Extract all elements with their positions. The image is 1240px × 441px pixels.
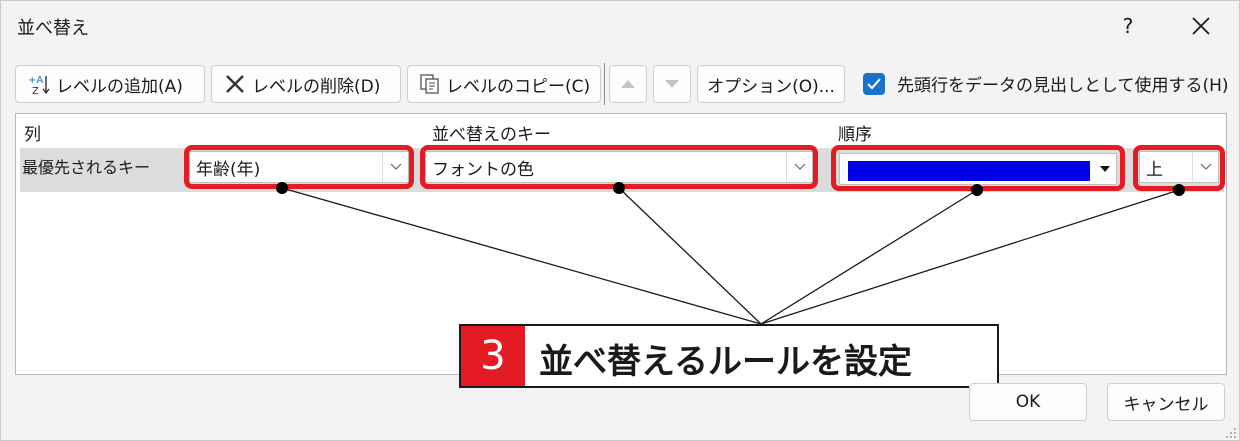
step-number: 3 [461,326,525,386]
step-text: 並べ替えるルールを設定 [539,342,912,382]
resize-grip-icon[interactable] [1223,425,1237,439]
ok-button[interactable]: OK [969,383,1087,421]
step-callout: 3 並べ替えるルールを設定 [459,324,999,388]
cancel-button[interactable]: キャンセル [1107,383,1225,421]
sort-dialog: 並べ替え ? +A Z レベルの追加(A) レベルの削除(D) レベルのコピー(… [0,0,1240,441]
